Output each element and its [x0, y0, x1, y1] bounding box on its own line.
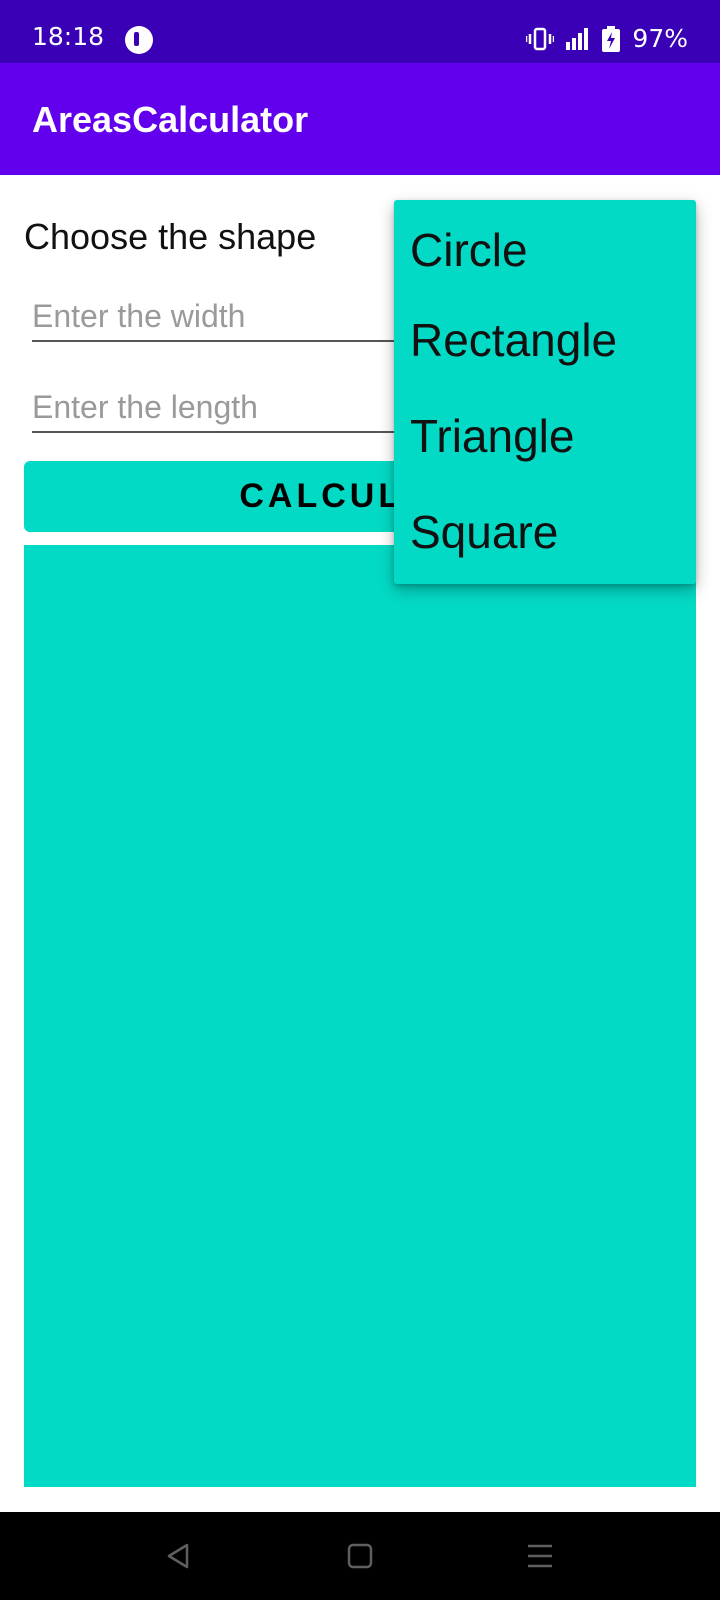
status-time: 18:18 — [32, 22, 105, 51]
vibrate-icon — [526, 27, 555, 51]
width-input[interactable] — [32, 292, 396, 342]
dropdown-option-circle[interactable]: Circle — [394, 200, 696, 292]
dropdown-option-triangle[interactable]: Triangle — [394, 388, 696, 484]
shape-dropdown-menu: Circle Rectangle Triangle Square — [394, 200, 696, 584]
battery-charging-icon — [602, 26, 621, 52]
app-title: AreasCalculator — [32, 99, 309, 140]
signal-icon — [566, 28, 590, 50]
menu-icon[interactable] — [520, 1536, 560, 1576]
app-bar: AreasCalculator — [0, 63, 720, 175]
app-notification-icon — [125, 26, 153, 54]
dropdown-option-rectangle[interactable]: Rectangle — [394, 292, 696, 388]
dropdown-option-square[interactable]: Square — [394, 484, 696, 580]
status-icons: 97% — [526, 24, 688, 54]
home-icon[interactable] — [340, 1536, 380, 1576]
back-icon[interactable] — [158, 1536, 198, 1576]
navigation-bar — [0, 1512, 720, 1600]
battery-percentage: 97% — [632, 24, 688, 53]
length-input[interactable] — [32, 383, 396, 433]
result-panel — [24, 545, 696, 1487]
shape-spinner-label[interactable]: Choose the shape — [24, 215, 316, 259]
status-bar: 18:18 97% — [0, 0, 720, 63]
